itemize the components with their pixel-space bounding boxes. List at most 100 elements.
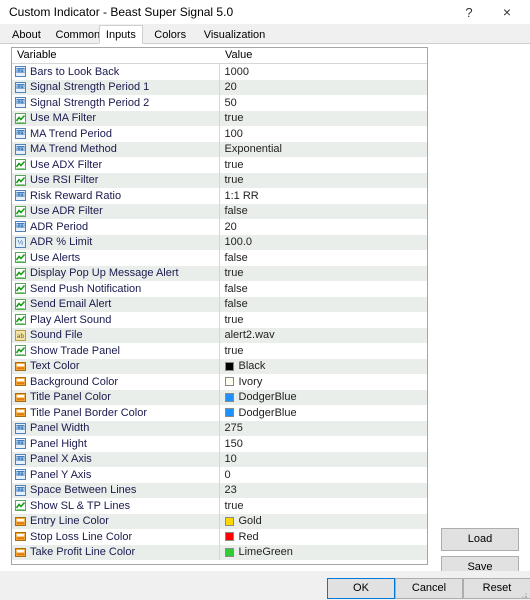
- value-cell[interactable]: true: [220, 343, 428, 359]
- table-row[interactable]: Use RSI Filter true: [12, 172, 428, 189]
- value-label: DodgerBlue: [238, 391, 297, 404]
- table-row[interactable]: 123 Signal Strength Period 1 20: [12, 79, 428, 96]
- load-button[interactable]: Load: [441, 528, 519, 551]
- table-row[interactable]: 123 Panel Y Axis 0: [12, 467, 427, 483]
- table-row[interactable]: 123 MA Trend Method Exponential: [12, 141, 428, 158]
- value-cell[interactable]: LimeGreen: [220, 545, 428, 561]
- table-row[interactable]: Send Push Notification false: [12, 281, 427, 297]
- svg-text:123: 123: [17, 487, 25, 492]
- table-row[interactable]: Send Email Alert false: [12, 296, 428, 313]
- column-header-variable: Variable: [17, 49, 57, 61]
- variable-cell: Title Panel Color: [12, 389, 220, 405]
- table-row[interactable]: 123 Panel X Axis 10: [12, 451, 428, 468]
- table-row[interactable]: Use ADX Filter true: [12, 157, 427, 173]
- table-row[interactable]: Use ADR Filter false: [12, 203, 428, 220]
- table-row[interactable]: Use MA Filter true: [12, 110, 428, 127]
- variable-label: Play Alert Sound: [30, 313, 112, 326]
- table-row[interactable]: Display Pop Up Message Alert true: [12, 265, 428, 282]
- value-cell[interactable]: Exponential: [220, 142, 428, 158]
- value-cell[interactable]: true: [220, 111, 428, 127]
- boolean-icon: [15, 174, 26, 186]
- variable-label: Use MA Filter: [30, 112, 97, 125]
- parameters-grid[interactable]: Variable Value 123 Bars to Look Back 1000 1…: [11, 47, 428, 565]
- value-cell[interactable]: 1:1 RR: [220, 188, 428, 204]
- value-cell[interactable]: false: [220, 204, 428, 220]
- table-row[interactable]: Background Color Ivory: [12, 374, 427, 390]
- variable-cell: Background Color: [12, 374, 220, 390]
- svg-text:ab: ab: [17, 333, 25, 340]
- table-row[interactable]: 123 Panel Hight 150: [12, 436, 427, 452]
- help-icon[interactable]: ?: [454, 0, 484, 24]
- value-cell[interactable]: true: [220, 173, 428, 189]
- ok-button[interactable]: OK: [327, 578, 395, 599]
- color-swatch: [224, 361, 234, 371]
- value-label: 20: [224, 220, 237, 233]
- variable-cell: 123 Risk Reward Ratio: [12, 188, 220, 204]
- value-label: DodgerBlue: [238, 406, 297, 419]
- value-cell[interactable]: 0: [220, 467, 428, 483]
- tab-inputs[interactable]: Inputs: [98, 25, 143, 44]
- tab-common[interactable]: Common: [49, 27, 107, 44]
- table-row[interactable]: Play Alert Sound true: [12, 312, 427, 328]
- value-cell[interactable]: true: [220, 157, 428, 173]
- value-cell[interactable]: 275: [220, 421, 428, 437]
- table-row[interactable]: Title Panel Border Color DodgerBlue: [12, 405, 427, 421]
- variable-label: ADR % Limit: [30, 236, 93, 249]
- tab-visualization[interactable]: Visualization: [197, 27, 272, 44]
- value-cell[interactable]: alert2.wav: [220, 328, 428, 344]
- value-cell[interactable]: 150: [220, 436, 428, 452]
- table-row[interactable]: Show Trade Panel true: [12, 343, 427, 359]
- table-row[interactable]: 123 Risk Reward Ratio 1:1 RR: [12, 188, 427, 204]
- window-title: Custom Indicator - Beast Super Signal 5.…: [9, 5, 234, 19]
- value-cell[interactable]: false: [220, 297, 428, 313]
- table-row[interactable]: Show SL & TP Lines true: [12, 498, 427, 514]
- value-cell[interactable]: 100.0: [220, 235, 428, 251]
- table-row[interactable]: 123 ADR Period 20: [12, 219, 427, 235]
- value-cell[interactable]: 20: [220, 80, 428, 96]
- value-cell[interactable]: Gold: [220, 514, 428, 530]
- table-row[interactable]: Entry Line Color Gold: [12, 513, 428, 530]
- variable-label: Show Trade Panel: [30, 344, 120, 357]
- variable-cell: Entry Line Color: [12, 513, 220, 529]
- resize-grip[interactable]: [518, 589, 528, 599]
- value-label: true: [224, 267, 244, 280]
- close-icon[interactable]: ×: [492, 0, 522, 24]
- table-row[interactable]: 123 Panel Width 275: [12, 420, 428, 437]
- variable-cell: Use RSI Filter: [12, 172, 220, 188]
- table-row[interactable]: Title Panel Color DodgerBlue: [12, 389, 428, 406]
- value-cell[interactable]: 100: [220, 126, 428, 142]
- table-row[interactable]: 123 MA Trend Period 100: [12, 126, 427, 142]
- value-cell[interactable]: DodgerBlue: [220, 405, 428, 421]
- table-row[interactable]: Stop Loss Line Color Red: [12, 529, 427, 545]
- value-cell[interactable]: true: [220, 266, 428, 282]
- value-cell[interactable]: 20: [220, 219, 428, 235]
- tab-colors[interactable]: Colors: [148, 27, 193, 44]
- tab-about[interactable]: About: [6, 27, 47, 44]
- table-row[interactable]: ab Sound File alert2.wav: [12, 327, 428, 344]
- value-cell[interactable]: Black: [220, 359, 428, 375]
- value-cell[interactable]: true: [220, 498, 428, 514]
- table-row[interactable]: 123 Bars to Look Back 1000: [12, 64, 427, 80]
- variable-cell: 123 Bars to Look Back: [12, 64, 220, 80]
- variable-label: Use ADX Filter: [30, 158, 103, 171]
- value-cell[interactable]: 1000: [220, 64, 428, 80]
- value-cell[interactable]: false: [220, 250, 428, 266]
- value-cell[interactable]: 50: [220, 95, 428, 111]
- table-row[interactable]: 123 Space Between Lines 23: [12, 482, 428, 499]
- value-cell[interactable]: Red: [220, 529, 428, 545]
- value-cell[interactable]: 23: [220, 483, 428, 499]
- boolean-icon: [15, 252, 26, 264]
- value-cell[interactable]: Ivory: [220, 374, 428, 390]
- color-icon: [15, 547, 26, 558]
- table-row[interactable]: 123 Signal Strength Period 2 50: [12, 95, 427, 111]
- value-cell[interactable]: true: [220, 312, 428, 328]
- table-row[interactable]: Text Color Black: [12, 358, 428, 375]
- grid-body: 123 Bars to Look Back 1000 123 Signal Streng…: [12, 64, 427, 560]
- value-cell[interactable]: false: [220, 281, 428, 297]
- value-cell[interactable]: DodgerBlue: [220, 390, 428, 406]
- table-row[interactable]: Take Profit Line Color LimeGreen: [12, 544, 428, 561]
- table-row[interactable]: Use Alerts false: [12, 250, 427, 266]
- table-row[interactable]: ½ ADR % Limit 100.0: [12, 234, 428, 251]
- cancel-button[interactable]: Cancel: [395, 578, 463, 599]
- value-cell[interactable]: 10: [220, 452, 428, 468]
